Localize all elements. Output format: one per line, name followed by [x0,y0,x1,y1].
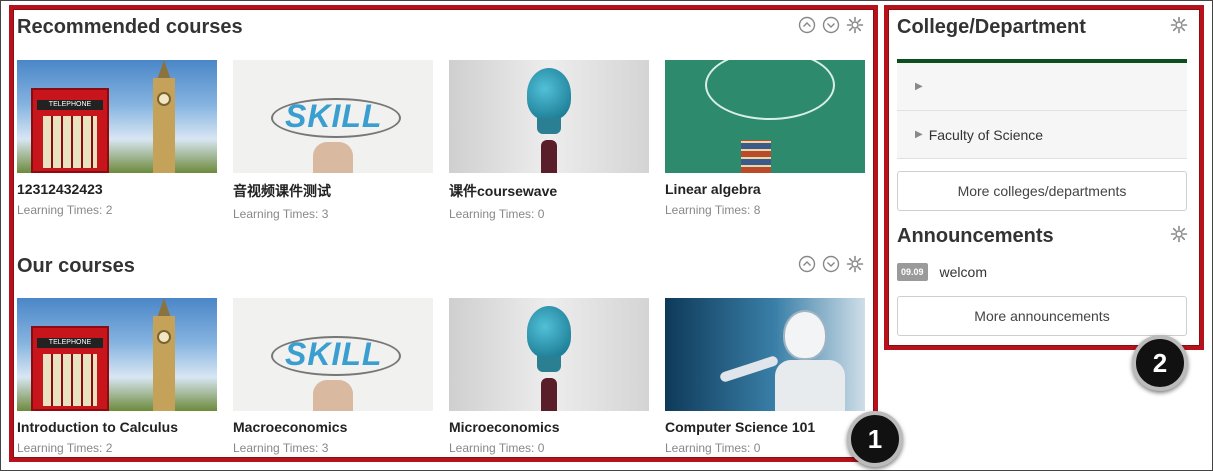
callout-box-1 [9,5,878,462]
callout-badge-2: 2 [1132,335,1188,391]
callout-box-2 [884,5,1204,350]
callout-badge-1: 1 [847,411,903,467]
